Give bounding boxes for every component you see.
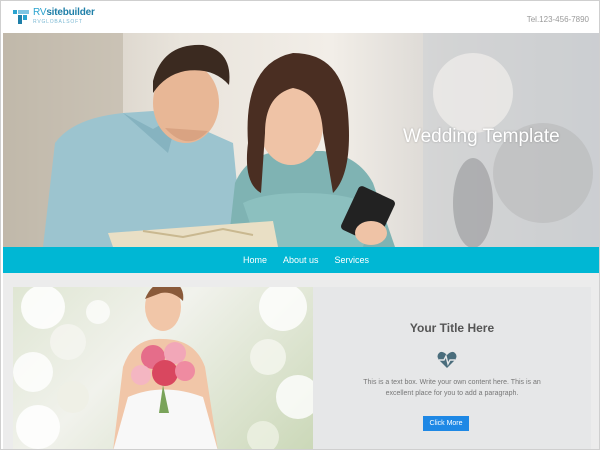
text-box-paragraph: This is a text box. Write your own conte… xyxy=(363,379,541,397)
nav-item-about-us[interactable]: About us xyxy=(283,255,319,265)
top-bar: RVsitebuilder RVGLOBALSOFT Tel.123-456-7… xyxy=(1,1,599,33)
text-box: Your Title Here This is a text box. Writ… xyxy=(313,287,591,449)
content-section: Your Title Here This is a text box. Writ… xyxy=(3,273,599,449)
logo-name: RVsitebuilder xyxy=(33,7,95,18)
click-more-button[interactable]: Click More xyxy=(423,416,469,431)
bride-photo xyxy=(13,287,313,449)
hero-title: Wedding Template xyxy=(403,126,560,147)
phone-number: Tel.123-456-7890 xyxy=(526,15,589,24)
hero-banner: Wedding Template xyxy=(3,33,599,247)
main-nav: Home About us Services xyxy=(3,247,599,273)
heartbeat-icon xyxy=(437,351,457,368)
nav-item-home[interactable]: Home xyxy=(243,255,267,265)
nav-item-services[interactable]: Services xyxy=(335,255,370,265)
logo-subtitle: RVGLOBALSOFT xyxy=(33,19,83,25)
text-box-title: Your Title Here xyxy=(409,321,495,335)
bride-image xyxy=(13,287,313,449)
logo-mark-icon xyxy=(13,10,29,24)
logo[interactable]: RVsitebuilder RVGLOBALSOFT xyxy=(13,7,103,29)
browser-frame: RVsitebuilder RVGLOBALSOFT Tel.123-456-7… xyxy=(0,0,600,450)
